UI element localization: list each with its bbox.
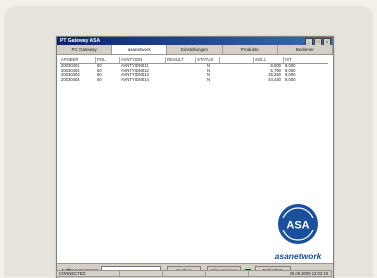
tab-einstellungen[interactable]: Einstellungen <box>167 45 223 54</box>
column-header[interactable] <box>220 57 254 63</box>
app-window: PT Gateway ASA _ □ × PC Gateway asanetwo… <box>56 36 334 278</box>
column-header[interactable]: AVNTYIDN <box>120 57 166 63</box>
grid-header: AFNEER POL AVNTYIDN RESULT STATUS SOLL I… <box>60 57 328 64</box>
status-cell <box>120 271 163 276</box>
column-header[interactable]: SOLL <box>254 57 284 63</box>
cell <box>166 78 196 83</box>
title-bar: PT Gateway ASA _ □ × <box>57 37 333 46</box>
cell: 20030404 <box>61 77 80 82</box>
connection-status: CONNECTED <box>57 271 120 276</box>
cell: N <box>206 77 211 82</box>
status-cell <box>163 271 206 276</box>
window-title: PT Gateway ASA <box>60 38 101 44</box>
cell: 44,440 <box>268 77 281 82</box>
cell: AVNTYIDN014 <box>121 77 149 82</box>
column-header[interactable]: STATUS <box>196 57 220 63</box>
column-header[interactable]: IST <box>284 57 328 63</box>
column-header[interactable]: RESULT <box>166 57 196 63</box>
cell <box>220 78 254 83</box>
status-cell <box>206 271 249 276</box>
tab-bediener[interactable]: Bediener <box>278 45 334 54</box>
column-header[interactable]: POL <box>96 57 120 63</box>
brand-name: asanetwork <box>274 251 322 261</box>
data-grid: 20030401 50 AVNTYIDN011 N 9,000 8,000 20… <box>60 64 328 82</box>
cell: 8,000 <box>285 77 296 82</box>
status-bar: CONNECTED 26.08.2009 12:02:19 <box>56 270 332 277</box>
table-row[interactable]: 20030404 50 AVNTYIDN014 N 44,440 8,000 <box>60 78 328 83</box>
tab-produkte[interactable]: Produkte <box>223 45 278 54</box>
tab-bar: PC Gateway asanetwork Einstellungen Prod… <box>57 45 334 55</box>
asa-logo-icon: ASA <box>278 204 318 244</box>
logo-text: ASA <box>286 220 309 232</box>
tab-pc-gateway[interactable]: PC Gateway <box>57 45 113 54</box>
cell: 50 <box>97 77 102 82</box>
datetime: 26.08.2009 12:02:19 <box>289 271 328 276</box>
tab-asanetwork[interactable]: asanetwork <box>112 45 168 54</box>
column-header[interactable]: AFNEER <box>60 57 96 63</box>
